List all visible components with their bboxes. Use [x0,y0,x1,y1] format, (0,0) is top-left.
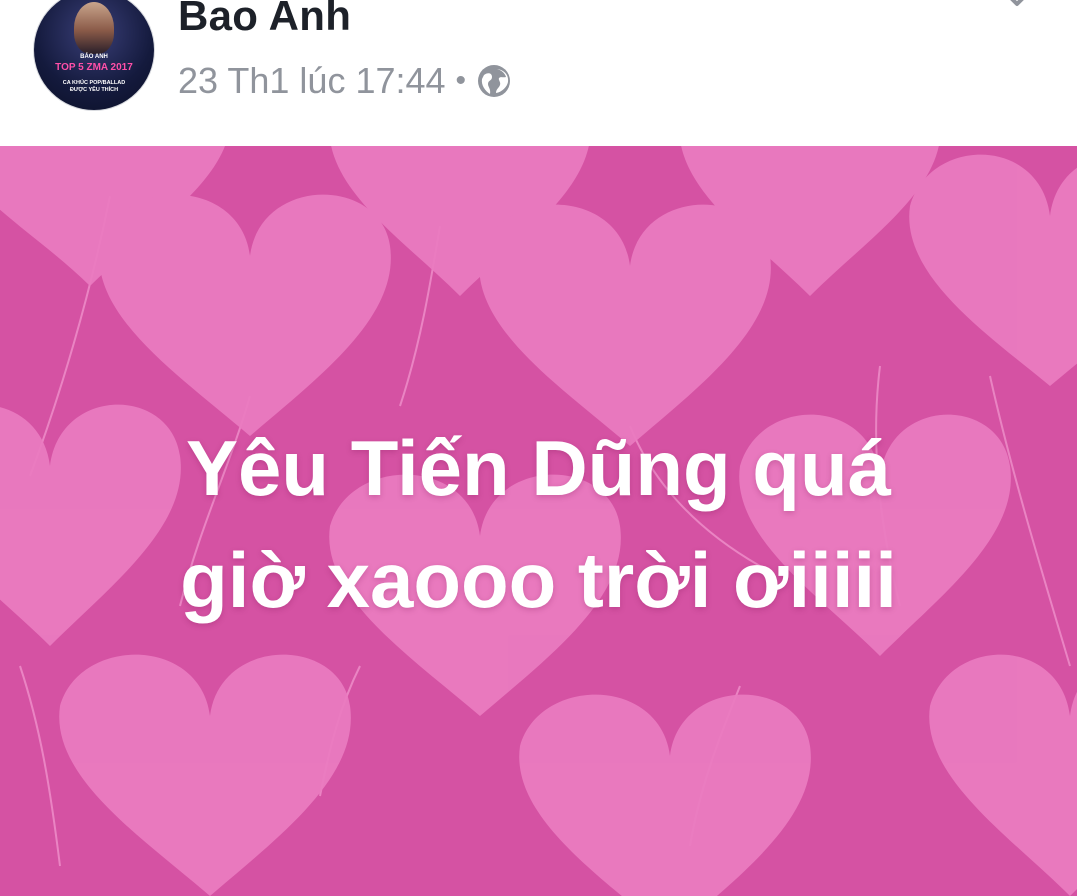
post-card: BẢO ANH TOP 5 ZMA 2017 CA KHÚC POP/BALLA… [0,0,1077,896]
status-line-2: giờ xaooo trời ơiiiii [180,536,897,624]
avatar-photo [74,2,114,54]
post-meta: 23 Th1 lúc 17:44 • [178,60,512,102]
post-timestamp[interactable]: 23 Th1 lúc 17:44 [178,60,446,102]
status-background: Yêu Tiến Dũng quá giờ xaooo trời ơiiiii [0,146,1077,896]
author-name[interactable]: Bao Anh [178,0,351,40]
chevron-down-icon[interactable] [1001,0,1033,14]
avatar-caption-sub: CA KHÚC POP/BALLAD ĐƯỢC YÊU THÍCH [34,80,154,94]
avatar-caption-sub-2: ĐƯỢC YÊU THÍCH [69,87,119,93]
avatar[interactable]: BẢO ANH TOP 5 ZMA 2017 CA KHÚC POP/BALLA… [34,0,154,110]
avatar-caption-name: BẢO ANH [80,54,108,60]
status-text: Yêu Tiến Dũng quá giờ xaooo trời ơiiiii [0,412,1077,636]
post-header: BẢO ANH TOP 5 ZMA 2017 CA KHÚC POP/BALLA… [0,0,1077,144]
globe-icon[interactable] [476,63,512,99]
avatar-caption-sub-1: CA KHÚC POP/BALLAD [62,80,126,86]
status-line-1: Yêu Tiến Dũng quá [186,424,891,512]
meta-separator: • [455,64,467,97]
avatar-caption-title: TOP 5 ZMA 2017 [55,62,133,73]
